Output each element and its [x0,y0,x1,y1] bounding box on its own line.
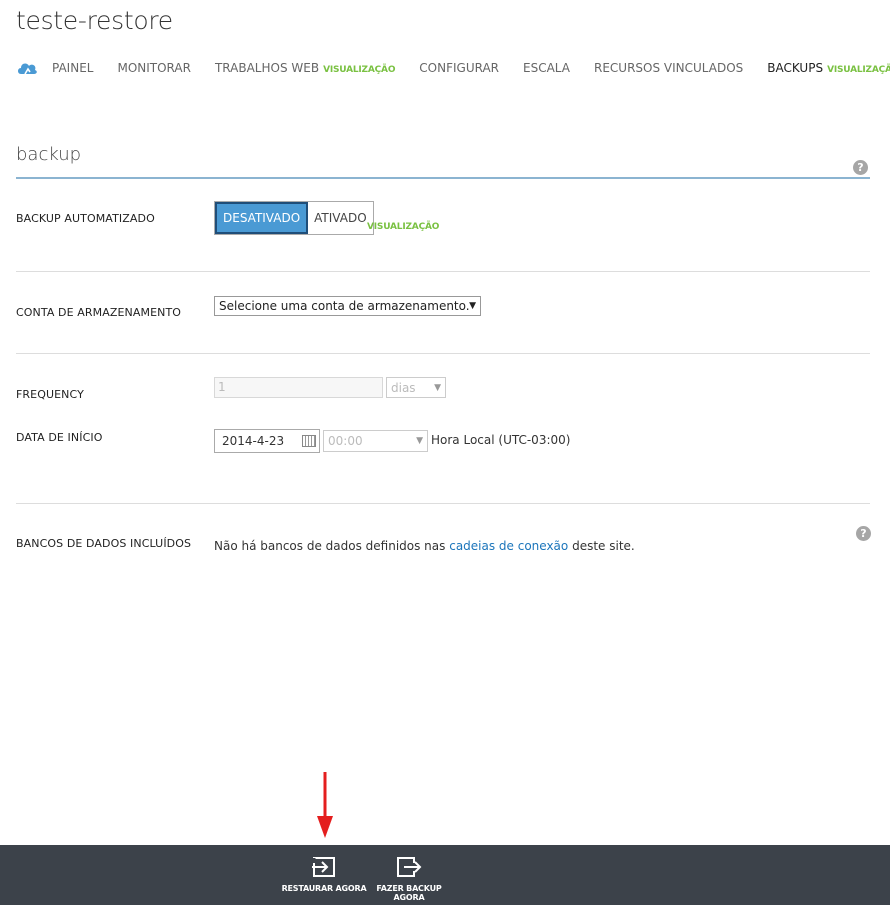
tab-painel[interactable]: PAINEL [52,61,93,75]
backup-now-label: FAZER BACKUP AGORA [364,884,454,902]
frequency-input[interactable]: 1 [214,377,383,398]
tab-label: BACKUPS [767,61,824,75]
tab-escala[interactable]: ESCALA [523,61,570,75]
frequency-label: FREQUENCY [16,388,84,401]
start-date-value: 2014-4-23 [222,434,285,448]
backup-now-label-line2: AGORA [393,893,425,902]
databases-message: Não há bancos de dados definidos nas cad… [214,539,635,553]
section-divider [16,177,870,179]
backup-auto-toggle: DESATIVADO ATIVADO [214,201,374,235]
frequency-unit-select[interactable]: dias ▼ [386,377,446,398]
tab-configurar[interactable]: CONFIGURAR [419,61,499,75]
storage-account-value: Selecione uma conta de armazenamento. [219,299,470,313]
storage-account-select[interactable]: Selecione uma conta de armazenamento. ▼ [214,296,481,316]
preview-badge: VISUALIZAÇÃO [367,222,440,232]
help-icon[interactable]: ? [856,526,871,541]
toggle-on-button[interactable]: ATIVADO [308,202,373,234]
restore-icon [312,857,335,877]
annotation-arrow-icon [317,772,333,838]
connection-strings-link[interactable]: cadeias de conexão [449,539,568,553]
tab-backups[interactable]: BACKUPSVISUALIZAÇÃO [767,61,890,75]
tab-recursos-vinculados[interactable]: RECURSOS VINCULADOS [594,61,743,75]
start-date-label: DATA DE INÍCIO [16,431,103,444]
tab-label: MONITORAR [117,61,191,75]
tab-label: CONFIGURAR [419,61,500,75]
tab-label: RECURSOS VINCULADOS [593,61,744,75]
divider [16,503,870,504]
databases-text-before: Não há bancos de dados definidos nas [214,539,446,553]
calendar-icon[interactable] [302,435,316,447]
backup-auto-label: BACKUP AUTOMATIZADO [16,212,155,225]
section-title: backup [16,144,82,165]
cloud-icon[interactable] [16,60,38,76]
page-title: teste-restore [16,6,173,35]
help-icon[interactable]: ? [853,160,868,175]
tab-monitorar[interactable]: MONITORAR [117,61,191,75]
divider [16,271,870,272]
frequency-unit-value: dias [391,380,416,395]
tab-bar: PAINEL MONITORAR TRABALHOS WEB VISUALIZAÇ… [16,58,890,78]
restore-now-button[interactable]: RESTAURAR AGORA [279,845,369,905]
timezone-text: Hora Local (UTC-03:00) [431,433,571,447]
restore-now-label: RESTAURAR AGORA [281,884,367,893]
chevron-down-icon: ▼ [469,301,476,311]
preview-badge: VISUALIZAÇÃO [827,65,890,75]
storage-account-label: CONTA DE ARMAZENAMENTO [16,306,182,319]
tab-trabalhos-web[interactable]: TRABALHOS WEB VISUALIZAÇÃO [214,61,396,75]
chevron-down-icon: ▼ [416,436,423,446]
start-date-input[interactable]: 2014-4-23 [214,429,320,453]
preview-badge: VISUALIZAÇÃO [323,65,396,75]
backup-now-button[interactable]: FAZER BACKUP AGORA [364,845,454,905]
backup-icon [397,857,422,877]
backup-now-label-line1: FAZER BACKUP [376,884,442,893]
tab-label: ESCALA [523,61,570,75]
databases-text-after: deste site. [572,539,635,553]
tab-label: TRABALHOS WEB [214,61,320,75]
start-time-value: 00:00 [328,434,363,448]
tab-label: PAINEL [52,61,94,75]
chevron-down-icon: ▼ [434,382,441,393]
divider [16,353,870,354]
start-time-select[interactable]: 00:00 ▼ [323,430,428,452]
toggle-off-button[interactable]: DESATIVADO [215,202,309,234]
databases-label: BANCOS DE DADOS INCLUÍDOS [16,537,192,550]
command-bar: RESTAURAR AGORA FAZER BACKUP AGORA [0,845,890,905]
